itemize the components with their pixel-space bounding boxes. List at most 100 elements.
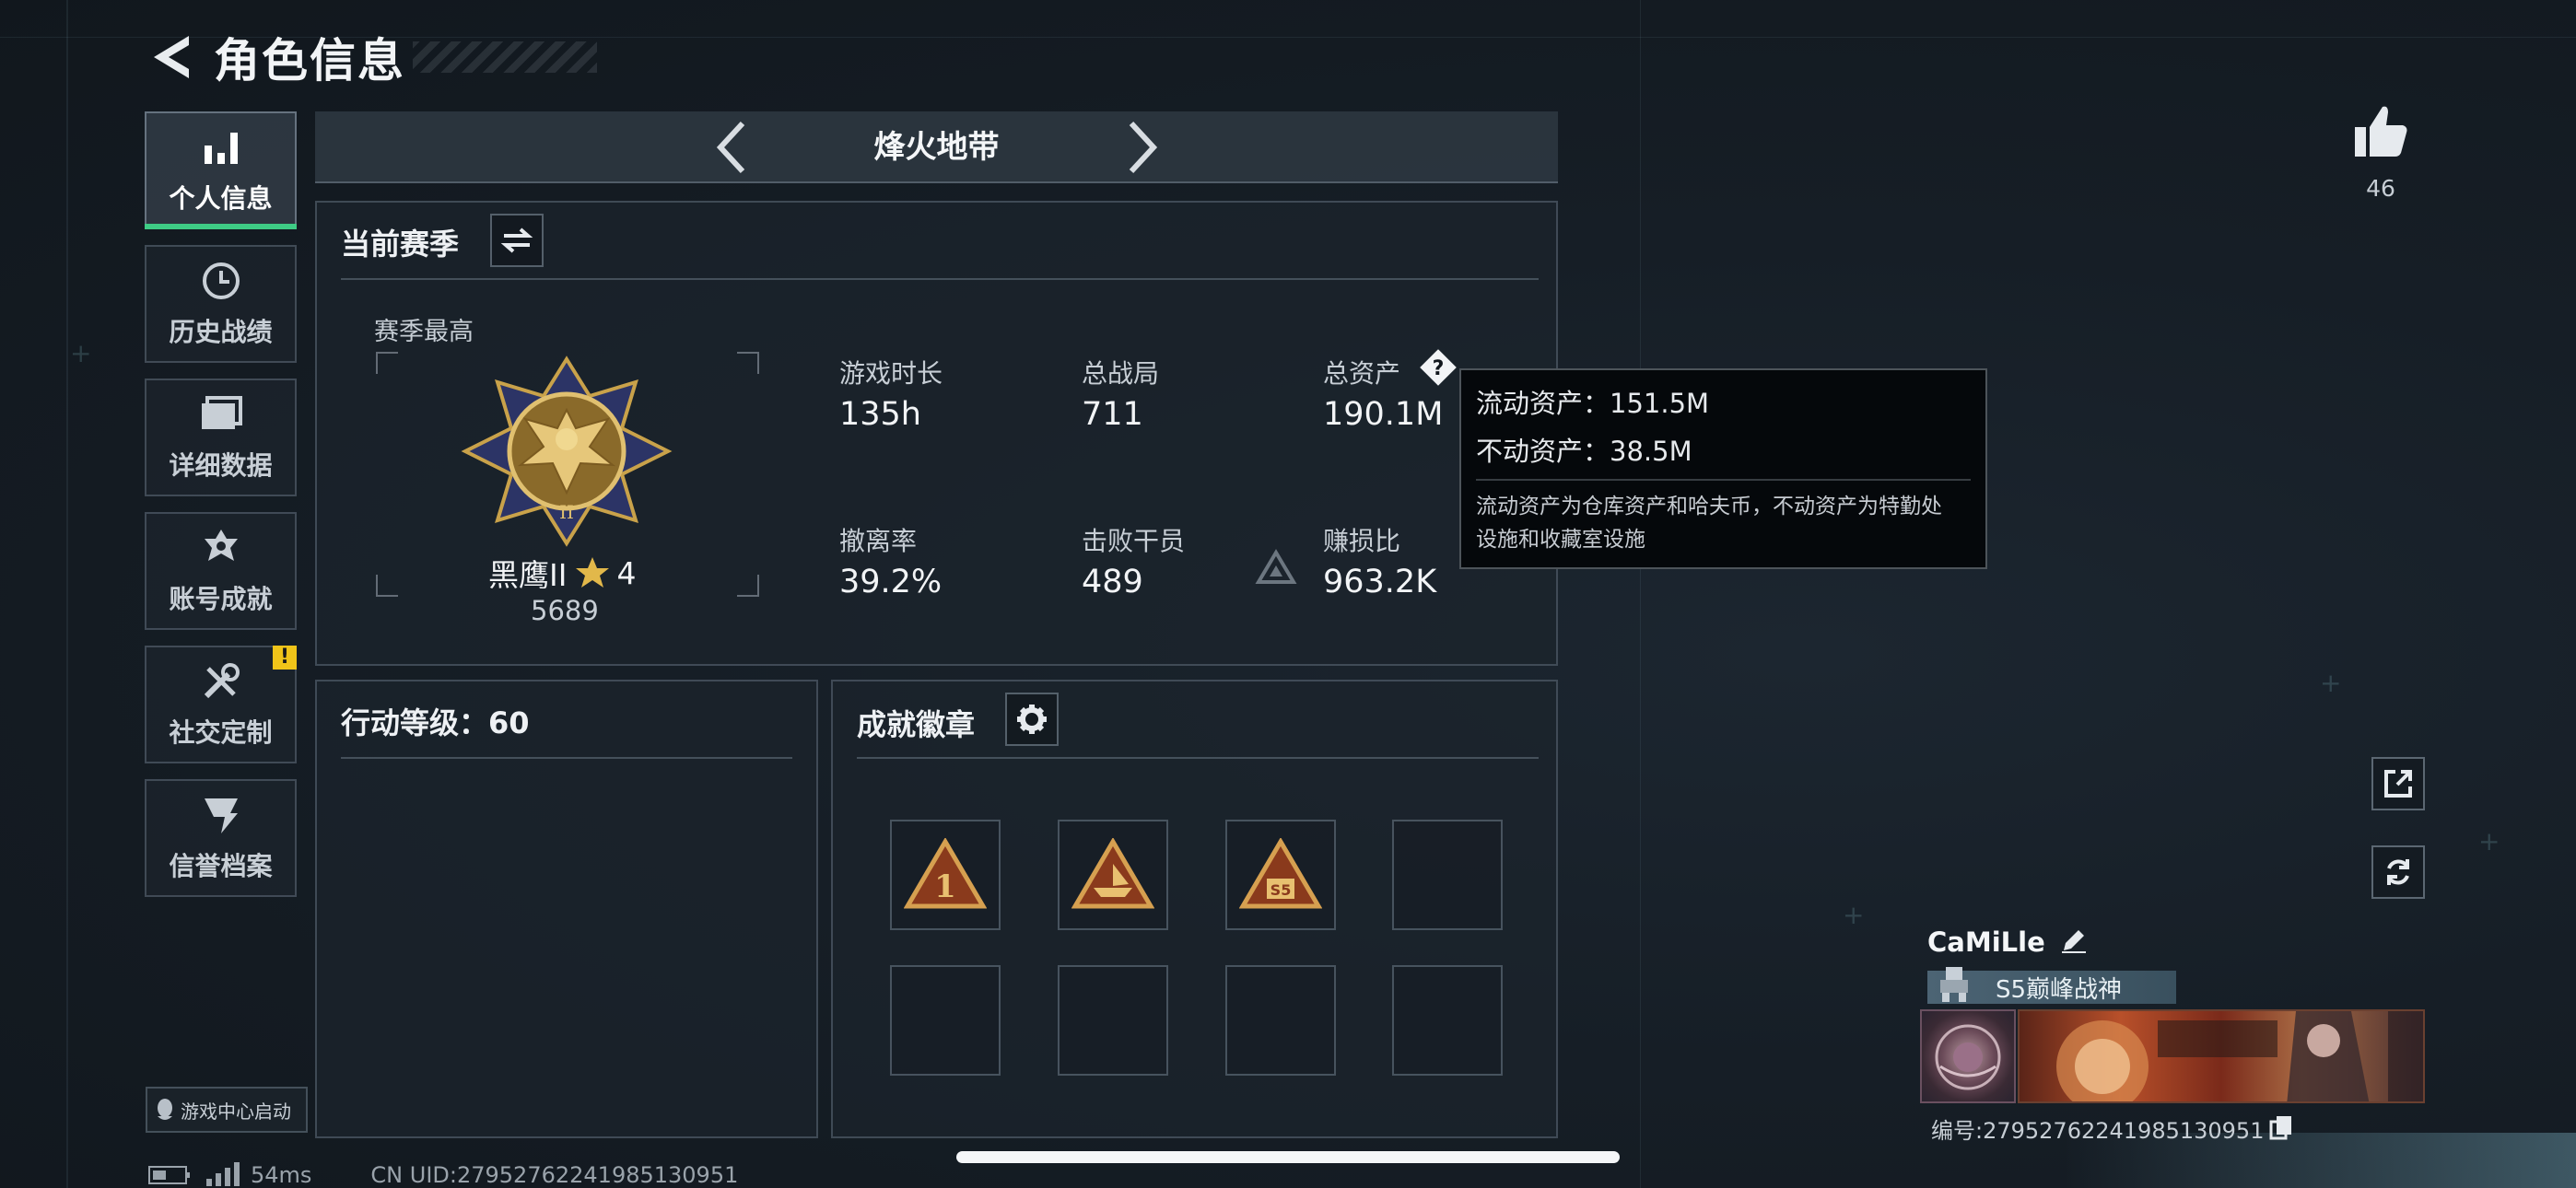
question-icon: ? [1420, 349, 1457, 386]
page-header: 角色信息 [144, 20, 597, 94]
nav-item-credit-record[interactable]: 信誉档案 [145, 779, 297, 897]
tooltip-liquid-assets: 流动资产：151.5M [1476, 388, 1710, 419]
refresh-button[interactable] [2371, 845, 2425, 899]
stat-label-total-matches: 总战局 [1082, 358, 1160, 389]
nav-item-account-achievements[interactable]: 账号成就 [145, 512, 297, 630]
stat-label-extract-rate: 撤离率 [839, 526, 918, 556]
badge-ship-icon [1071, 838, 1154, 909]
nav-label: 详细数据 [169, 450, 273, 481]
medal-icon [199, 526, 243, 570]
copy-icon [2269, 1115, 2292, 1139]
bg-cross-mark: + [70, 338, 92, 368]
stat-value-profit-ratio: 963.2K [1323, 564, 1437, 600]
stat-label-profit-ratio: 赚损比 [1323, 526, 1401, 556]
rank-emblem-icon: II [461, 355, 673, 547]
nav-label: 个人信息 [169, 183, 273, 214]
tooltip-note-line1: 流动资产为仓库资产和哈夫币，不动资产为特勤处 [1476, 495, 1942, 518]
title-tag: S5巅峰战神 [1927, 967, 2176, 1004]
asset-help-button[interactable]: ? [1417, 346, 1459, 392]
achievement-badge-slot-empty[interactable] [1058, 965, 1168, 1076]
rank-score: 5689 [531, 595, 599, 626]
achievements-title: 成就徽章 [857, 707, 976, 742]
profile-banner[interactable] [2018, 1009, 2425, 1103]
bar-chart-icon [199, 125, 243, 169]
gear-icon [1017, 705, 1047, 734]
stat-value-extract-rate: 39.2% [839, 564, 943, 600]
frame-corner [376, 575, 398, 597]
nav-item-detail-data[interactable]: 详细数据 [145, 379, 297, 496]
copy-id-button[interactable] [2269, 1114, 2293, 1144]
avatar[interactable] [1920, 1009, 2016, 1103]
profile-name-row: CaMiLle [1927, 926, 2088, 958]
divider [341, 278, 1539, 280]
switch-arrows-icon [500, 227, 533, 253]
share-icon [2384, 770, 2412, 798]
divider [341, 757, 792, 759]
next-mode-button[interactable] [1115, 119, 1170, 176]
game-center-button[interactable]: 游戏中心启动 [146, 1087, 308, 1133]
shield-icon [199, 793, 243, 837]
avatar-image-icon [1935, 1024, 2001, 1090]
warning-badge: ! [273, 646, 297, 670]
game-center-label: 游戏中心启动 [181, 1100, 291, 1123]
character-banner-icon [2056, 1011, 2423, 1101]
switch-season-button[interactable] [490, 214, 544, 267]
season-title: 当前赛季 [341, 227, 460, 262]
nav-label: 信誉档案 [169, 851, 273, 881]
nav-item-social-custom[interactable]: ! 社交定制 [145, 646, 297, 763]
action-level-panel [315, 680, 818, 1138]
star-icon [576, 557, 610, 588]
battery-icon [148, 1166, 190, 1184]
rank-stars: 4 [616, 554, 637, 591]
badge-s5-icon: S5 [1239, 838, 1322, 909]
achievement-badge-slot[interactable] [1058, 820, 1168, 930]
stat-value-kills: 489 [1082, 564, 1143, 600]
home-indicator[interactable] [956, 1151, 1620, 1163]
achievements-settings-button[interactable] [1005, 693, 1059, 746]
player-name: CaMiLle [1927, 926, 2045, 958]
back-arrow-icon [154, 36, 189, 78]
folder-icon [199, 392, 243, 437]
tooltip-note-line2: 设施和收藏室设施 [1476, 528, 1645, 552]
edit-name-button[interactable] [2060, 926, 2088, 958]
frame-corner [376, 352, 398, 374]
season-best-label: 赛季最高 [374, 318, 474, 346]
achievement-badge-slot[interactable]: S5 [1225, 820, 1336, 930]
chevron-right-icon [1129, 121, 1158, 174]
bg-cross-mark: + [1843, 900, 1865, 930]
tools-icon [199, 659, 243, 704]
triangle-logo-icon [1255, 549, 1297, 584]
back-button[interactable] [144, 25, 199, 89]
achievement-badge-slot-empty[interactable] [890, 965, 1001, 1076]
rank-name-row: 黑鹰II 4 [488, 551, 636, 595]
action-level-title: 行动等级：60 [341, 705, 530, 740]
badge-number-one-icon: 1 [904, 838, 987, 909]
thumbs-up-icon [2355, 106, 2407, 157]
mode-selector: 烽火地带 [315, 111, 1558, 183]
achievement-badge-slot[interactable]: 1 [890, 820, 1001, 930]
bg-grid-line [1640, 0, 1641, 1188]
mode-title: 烽火地带 [873, 129, 1000, 166]
frame-corner [737, 352, 759, 374]
nav-label: 历史战绩 [169, 317, 273, 347]
achievement-badge-slot-empty[interactable] [1392, 820, 1503, 930]
mech-figure-icon [1940, 967, 1968, 1002]
status-bar: 54ms CN UID:27952762241985130951 [147, 1162, 738, 1188]
asset-tooltip: 流动资产：151.5M 不动资产：38.5M 流动资产为仓库资产和哈夫币，不动资… [1459, 368, 1987, 569]
achievement-badge-slot-empty[interactable] [1225, 965, 1336, 1076]
stat-value-playtime: 135h [839, 396, 921, 433]
like-count: 46 [2366, 175, 2395, 202]
badge-label: S5 [1270, 881, 1292, 899]
stat-label-kills: 击败干员 [1082, 526, 1186, 556]
title-tag-text: S5巅峰战神 [1996, 975, 2123, 1004]
refresh-icon [2387, 859, 2409, 885]
nav-item-history[interactable]: 历史战绩 [145, 245, 297, 363]
achievement-badge-slot-empty[interactable] [1392, 965, 1503, 1076]
like-button[interactable] [2351, 103, 2410, 164]
bg-cross-mark: + [2320, 668, 2342, 698]
nav-item-personal-info[interactable]: 个人信息 [145, 111, 297, 229]
share-button[interactable] [2371, 757, 2425, 810]
stat-label-playtime: 游戏时长 [839, 358, 943, 389]
player-id: 编号:27952762241985130951 [1931, 1118, 2265, 1144]
stat-label-total-assets: 总资产 [1323, 358, 1401, 389]
